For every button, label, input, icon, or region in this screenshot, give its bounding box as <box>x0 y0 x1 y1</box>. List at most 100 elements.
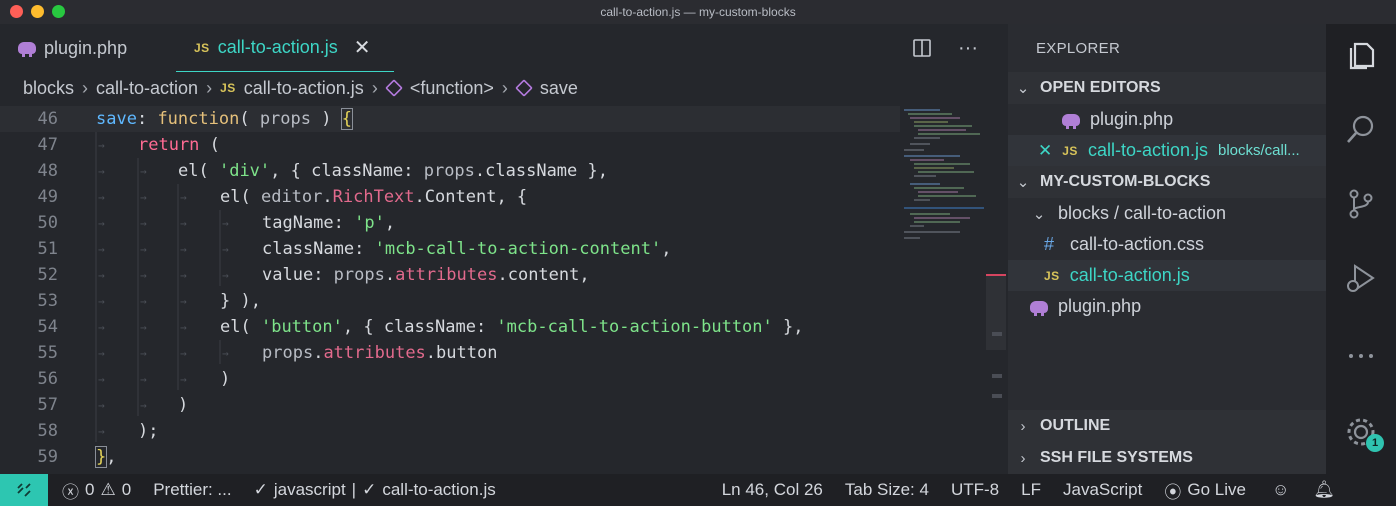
code-text: ) <box>220 369 231 389</box>
line-number: 50 <box>37 213 58 233</box>
file-label: call-to-action.css <box>1070 234 1205 254</box>
code-editor[interactable]: 46 save: function( props ) { 47 return (… <box>0 104 1008 474</box>
more-icon[interactable] <box>1343 338 1379 374</box>
divider: | <box>351 480 357 499</box>
code-line[interactable]: 49 el( editor.RichText.Content, { <box>0 184 900 210</box>
code-line[interactable]: 53 } ), <box>0 288 900 314</box>
activity-bar <box>1326 24 1396 474</box>
language-mode[interactable]: JavaScript <box>1063 480 1142 500</box>
code-line[interactable]: 59 }, <box>0 444 900 470</box>
run-debug-icon[interactable] <box>1343 260 1379 296</box>
error-icon: ⓧ <box>62 482 79 502</box>
close-tab-icon[interactable]: ✕ <box>354 35 371 60</box>
check-icon: ✓ <box>362 480 377 499</box>
chevron-down-icon: ⌄ <box>1016 174 1030 191</box>
cursor-position[interactable]: Ln 46, Col 26 <box>722 480 823 500</box>
close-window-button[interactable] <box>10 5 23 18</box>
tab-size[interactable]: Tab Size: 4 <box>845 480 929 500</box>
file-label: plugin.php <box>1058 296 1142 316</box>
code-text: ); <box>138 421 159 441</box>
encoding[interactable]: UTF-8 <box>951 480 999 500</box>
code-text: ) <box>178 395 189 415</box>
feedback-icon[interactable]: ☺ <box>1272 480 1289 500</box>
minimize-window-button[interactable] <box>31 5 44 18</box>
search-icon[interactable] <box>1343 112 1379 148</box>
eslint-status[interactable]: ✓ javascript | ✓ call-to-action.js <box>254 480 496 500</box>
code-line[interactable]: 50 tagName: 'p', <box>0 210 900 236</box>
status-bar: ⓧ 0 ⚠ 0 Prettier: ... ✓ javascript | ✓ c… <box>0 474 1396 506</box>
maximize-window-button[interactable] <box>52 5 65 18</box>
line-number: 57 <box>37 395 58 415</box>
minimap[interactable] <box>900 104 986 264</box>
line-number: 52 <box>37 265 58 285</box>
prettier-status[interactable]: Prettier: ... <box>153 480 231 500</box>
ssh-header[interactable]: › SSH FILE SYSTEMS <box>1008 442 1326 474</box>
code-line[interactable]: 51 className: 'mcb-call-to-action-conten… <box>0 236 900 262</box>
outline-header[interactable]: › OUTLINE <box>1008 410 1326 442</box>
chevron-down-icon: ⌄ <box>1016 80 1030 97</box>
scrollbar-marker <box>992 332 1002 336</box>
file-item[interactable]: # call-to-action.css <box>1008 229 1326 260</box>
code-text: } ), <box>220 291 261 311</box>
open-editors-header[interactable]: ⌄ OPEN EDITORS <box>1008 72 1326 104</box>
settings-update-badge: 1 <box>1366 434 1384 452</box>
line-number: 46 <box>37 109 58 129</box>
code-line[interactable]: 52 value: props.attributes.content, <box>0 262 900 288</box>
lint-file-label: call-to-action.js <box>382 480 496 499</box>
breadcrumb-item[interactable]: blocks <box>23 78 74 99</box>
code-text: className: 'mcb-call-to-action-content', <box>262 239 672 259</box>
breadcrumb-item[interactable]: <function> <box>410 78 494 99</box>
more-actions-icon[interactable]: ··· <box>958 37 978 60</box>
file-item[interactable]: JS call-to-action.js <box>1008 260 1326 291</box>
line-number: 47 <box>37 135 58 155</box>
code-line[interactable]: 58 ); <box>0 418 900 444</box>
folder-item[interactable]: ⌄ blocks / call-to-action <box>1008 198 1326 229</box>
tab-label: plugin.php <box>44 37 128 58</box>
line-number: 53 <box>37 291 58 311</box>
line-number: 54 <box>37 317 58 337</box>
js-icon: JS <box>1062 143 1078 158</box>
code-line[interactable]: 55 props.attributes.button <box>0 340 900 366</box>
tab-plugin-php[interactable]: plugin.php <box>0 24 176 72</box>
open-editor-item[interactable]: ✕ JS call-to-action.js blocks/call... <box>1008 135 1326 166</box>
notifications-bell-icon[interactable]: 🔔︎ <box>1313 480 1335 500</box>
remote-indicator[interactable] <box>0 474 48 506</box>
scrollbar-thumb[interactable] <box>986 276 1006 350</box>
breadcrumb-item[interactable]: save <box>540 78 578 99</box>
tab-call-to-action-js[interactable]: JS call-to-action.js ✕ <box>176 24 394 72</box>
code-line[interactable]: 47 return ( <box>0 132 900 158</box>
section-label: MY-CUSTOM-BLOCKS <box>1040 173 1211 190</box>
code-line[interactable]: 54 el( 'button', { className: 'mcb-call-… <box>0 314 900 340</box>
section-label: OUTLINE <box>1040 417 1111 434</box>
problems-indicator[interactable]: ⓧ 0 ⚠ 0 <box>62 478 131 503</box>
file-item[interactable]: plugin.php <box>1008 291 1326 322</box>
files-icon[interactable] <box>1343 38 1379 74</box>
code-line[interactable]: 46 save: function( props ) { <box>0 106 900 132</box>
go-live-button[interactable]: ⦿ Go Live <box>1164 478 1246 503</box>
css-icon: # <box>1044 234 1055 254</box>
symbol-method-icon <box>515 79 533 97</box>
php-elephant-icon <box>1062 113 1080 129</box>
project-header[interactable]: ⌄ MY-CUSTOM-BLOCKS <box>1008 166 1326 198</box>
end-of-line[interactable]: LF <box>1021 480 1041 500</box>
file-label: call-to-action.js <box>1069 265 1190 285</box>
file-path-hint: blocks/call... <box>1217 142 1300 159</box>
error-count: 0 <box>85 480 95 499</box>
code-line[interactable]: 48 el( 'div', { className: props.classNa… <box>0 158 900 184</box>
split-editor-icon[interactable] <box>912 38 932 58</box>
folder-label: blocks / call-to-action <box>1058 203 1227 223</box>
close-icon[interactable]: ✕ <box>1038 141 1052 161</box>
code-text: props.attributes.button <box>262 343 498 363</box>
open-editor-item[interactable]: plugin.php <box>1008 104 1326 135</box>
scrollbar-marker <box>992 394 1002 398</box>
code-text: tagName: 'p', <box>262 213 396 233</box>
breadcrumb-item[interactable]: call-to-action <box>96 78 198 99</box>
breadcrumb-item[interactable]: call-to-action.js <box>244 78 364 99</box>
line-number: 58 <box>37 421 58 441</box>
section-label: OPEN EDITORS <box>1040 79 1161 96</box>
chevron-right-icon: › <box>82 77 89 98</box>
broadcast-icon: ⦿ <box>1164 482 1182 502</box>
source-control-icon[interactable] <box>1343 186 1379 222</box>
code-line[interactable]: 57 ) <box>0 392 900 418</box>
code-line[interactable]: 56 ) <box>0 366 900 392</box>
